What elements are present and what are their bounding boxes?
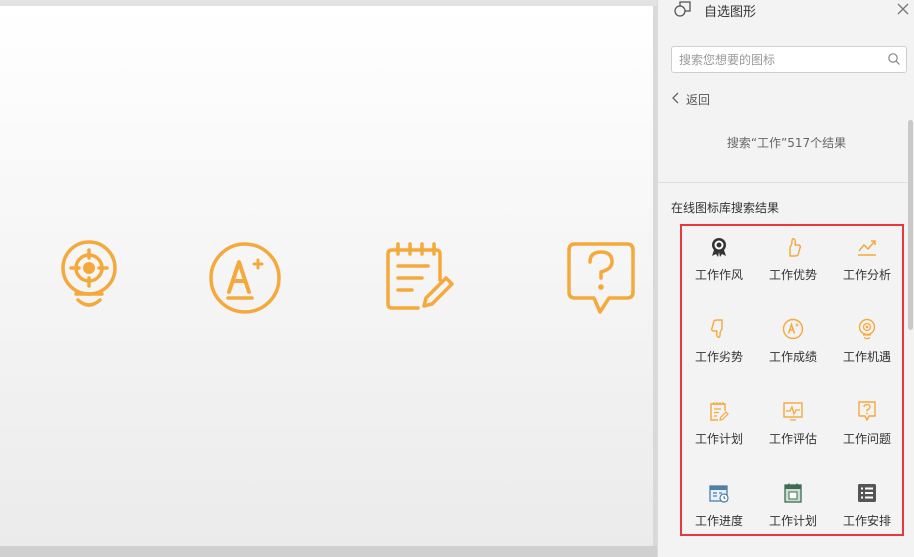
icon-result-item[interactable]: 工作分析 [830,226,904,296]
grade-a-plus-icon[interactable] [207,240,283,316]
icon-result-label: 工作作风 [694,268,743,282]
trend-chart-icon [858,240,876,256]
question-bubble-icon[interactable] [565,240,637,318]
slide[interactable] [0,6,653,546]
search-icon[interactable] [887,52,901,66]
result-summary: 搜索“工作”517个结果 [726,136,847,150]
close-icon[interactable] [896,2,910,16]
thumbs-up-icon [789,238,802,257]
notepad-pencil-icon[interactable] [384,240,456,314]
icon-results-grid: 工作作风 工作优势 工作分析 工作劣势 工作成绩 工作机遇 工作计划 工作评估 … [680,224,904,536]
grade-a-plus-icon [782,318,804,340]
shapes-pane: 自选图形 返回 搜索“工作”517个结果 在线图标库搜索结果 工 [657,0,914,557]
icon-result-item[interactable]: 工作计划 [756,472,830,542]
icon-result-label: 工作计划 [768,514,817,528]
search-input[interactable] [679,51,879,69]
icon-result-label: 工作优势 [768,268,817,282]
icon-result-item[interactable]: 工作成绩 [756,308,830,378]
icon-result-label: 工作进度 [694,514,743,528]
icon-result-label: 工作成绩 [768,350,817,364]
icon-result-item[interactable]: 工作作风 [682,226,756,296]
thumbs-down-icon [710,319,723,338]
pane-header: 自选图形 [658,0,914,22]
icon-result-label: 工作计划 [694,432,743,446]
icon-result-item[interactable]: 工作安排 [830,472,904,542]
chevron-left-icon [672,92,679,104]
question-bubble-icon [858,401,876,421]
icon-result-item[interactable]: 工作进度 [682,472,756,542]
canvas-bottom-strip [0,546,657,557]
pane-title: 自选图形 [704,5,757,20]
icon-result-item[interactable]: 工作评估 [756,390,830,460]
icon-result-label: 工作分析 [842,268,891,282]
award-badge-icon [712,238,726,257]
pulse-monitor-icon [783,402,803,421]
icon-result-item[interactable]: 工作优势 [756,226,830,296]
notepad-pencil-icon [710,402,729,421]
icon-result-label: 工作问题 [842,432,891,446]
icon-result-item[interactable]: 工作劣势 [682,308,756,378]
section-title: 在线图标库搜索结果 [671,201,780,215]
search-field[interactable] [671,46,907,73]
divider [658,182,908,183]
icon-result-item[interactable]: 工作计划 [682,390,756,460]
list-icon [858,484,876,502]
lightbulb-target-icon[interactable] [58,238,120,318]
icon-result-label: 工作劣势 [694,350,743,364]
icon-result-label: 工作机遇 [842,350,891,364]
calendar-clock-icon [709,485,729,503]
shapes-icon [674,1,691,17]
calendar-page-icon [784,483,802,503]
icon-result-label: 工作评估 [768,432,817,446]
icon-result-item[interactable]: 工作问题 [830,390,904,460]
lightbulb-target-icon [858,318,876,340]
slide-canvas-area [0,0,657,557]
icon-result-item[interactable]: 工作机遇 [830,308,904,378]
pane-scrollbar[interactable] [908,120,913,330]
icon-result-label: 工作安排 [842,514,891,528]
back-label: 返回 [686,93,711,107]
